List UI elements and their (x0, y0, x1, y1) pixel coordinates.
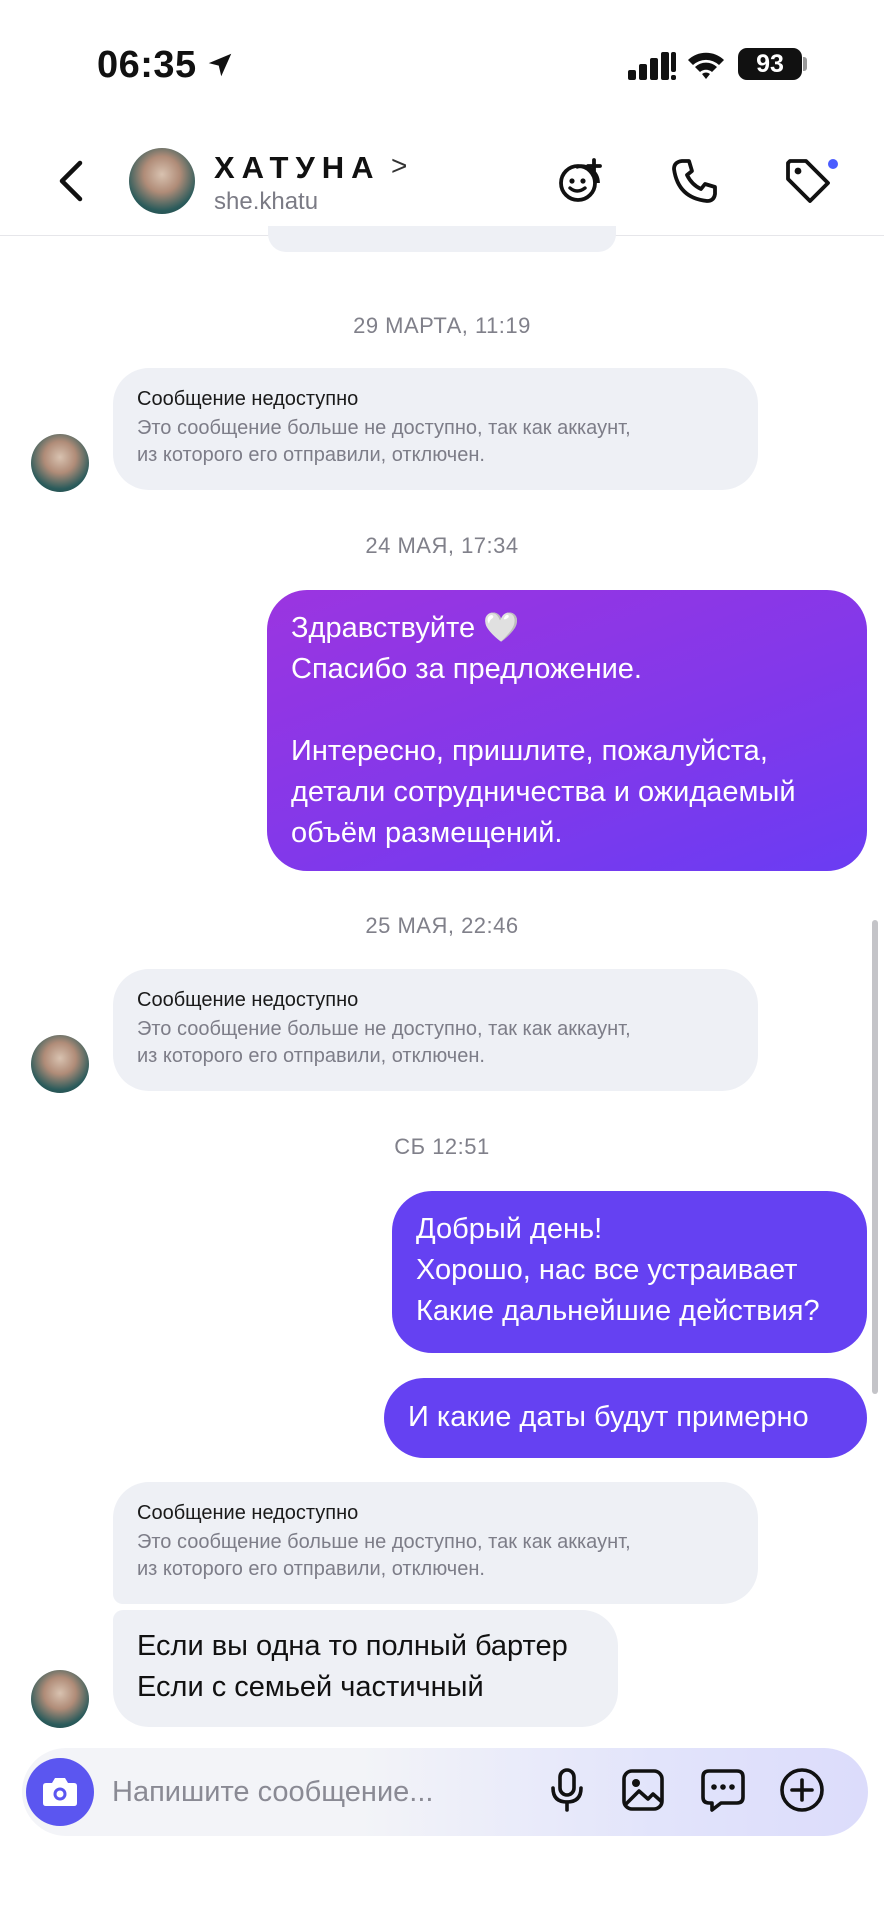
message-line: Если с семьей частичный (137, 1671, 484, 1703)
status-time: 06:35 (97, 44, 197, 86)
unavailable-body-line: Это сообщение больше не доступно, так ка… (137, 1531, 631, 1553)
message-line: Добрый день! (416, 1213, 603, 1245)
chevron-right-icon[interactable]: > (391, 150, 407, 182)
camera-icon (43, 1778, 77, 1806)
incoming-message[interactable]: Если вы одна то полный бартер Если с сем… (113, 1610, 618, 1727)
battery-nub (803, 57, 807, 71)
sender-avatar[interactable] (31, 434, 89, 492)
call-button[interactable] (668, 155, 720, 212)
unavailable-message[interactable]: Сообщение недоступно Это сообщение больш… (113, 969, 758, 1091)
contact-avatar[interactable] (129, 148, 195, 214)
message-line: Спасибо за предложение. (291, 653, 642, 685)
message-line (291, 690, 843, 731)
location-arrow-icon (205, 50, 235, 85)
message-line: Здравствуйте 🤍 (291, 612, 520, 644)
unavailable-title: Сообщение недоступно (137, 989, 359, 1011)
microphone-button[interactable] (541, 1764, 593, 1816)
message-line: Какие дальнейшие действия? (416, 1295, 820, 1327)
unavailable-body-line: из которого его отправили, отключен. (137, 1558, 485, 1580)
sender-avatar[interactable] (31, 1670, 89, 1728)
unavailable-message[interactable]: Сообщение недоступно Это сообщение больш… (113, 1482, 758, 1604)
unavailable-message[interactable]: Сообщение недоступно Это сообщение больш… (113, 368, 758, 490)
date-separator: 25 МАЯ, 22:46 (365, 913, 519, 938)
unavailable-title: Сообщение недоступно (137, 388, 359, 410)
sender-avatar[interactable] (31, 1035, 89, 1093)
message-line: Интересно, пришлите, пожалуйста, (291, 735, 768, 767)
unavailable-title: Сообщение недоступно (137, 1502, 359, 1524)
message-line: Если вы одна то полный бартер (137, 1630, 568, 1662)
cellular-signal-icon (628, 52, 676, 87)
previous-message-bubble (268, 226, 616, 252)
message-line: Хорошо, нас все устраивает (416, 1254, 798, 1286)
date-separator: СБ 12:51 (394, 1134, 490, 1159)
microphone-icon (551, 1768, 583, 1812)
wifi-icon (686, 48, 726, 87)
battery-indicator: 93 (738, 48, 802, 80)
message-line: детали сотрудничества и ожидаемый (291, 776, 796, 808)
unavailable-body-line: Это сообщение больше не доступно, так ка… (137, 1018, 631, 1040)
camera-button[interactable] (26, 1758, 94, 1826)
gallery-icon (622, 1769, 664, 1811)
add-attachment-button[interactable] (776, 1764, 828, 1816)
message-line: объём размещений. (291, 817, 563, 849)
gallery-button[interactable] (617, 1764, 669, 1816)
date-separator: 29 МАРТА, 11:19 (353, 313, 531, 338)
phone-icon (672, 159, 717, 203)
unavailable-body-line: из которого его отправили, отключен. (137, 444, 485, 466)
contact-handle[interactable]: she.khatu (214, 188, 318, 216)
notification-dot (826, 157, 840, 171)
chat-bubble-icon (701, 1769, 745, 1812)
scrollbar[interactable] (872, 920, 878, 1394)
date-separator: 24 МАЯ, 17:34 (365, 533, 519, 558)
unavailable-body-line: из которого его отправили, отключен. (137, 1045, 485, 1067)
outgoing-message[interactable]: И какие даты будут примерно (384, 1378, 867, 1458)
back-chevron-icon (59, 160, 83, 202)
chat-menu-button[interactable] (697, 1764, 749, 1816)
message-line: И какие даты будут примерно (408, 1401, 809, 1433)
plus-circle-icon (780, 1768, 824, 1812)
unavailable-body-line: Это сообщение больше не доступно, так ка… (137, 417, 631, 439)
contact-name[interactable]: ХАТУНА (214, 150, 381, 186)
sticker-add-button[interactable] (556, 155, 608, 212)
sticker-add-icon (559, 158, 602, 202)
back-button[interactable] (52, 155, 92, 207)
message-input[interactable] (112, 1768, 512, 1816)
outgoing-message[interactable]: Добрый день! Хорошо, нас все устраивает … (392, 1191, 867, 1353)
outgoing-message[interactable]: Здравствуйте 🤍 Спасибо за предложение. И… (267, 590, 867, 871)
